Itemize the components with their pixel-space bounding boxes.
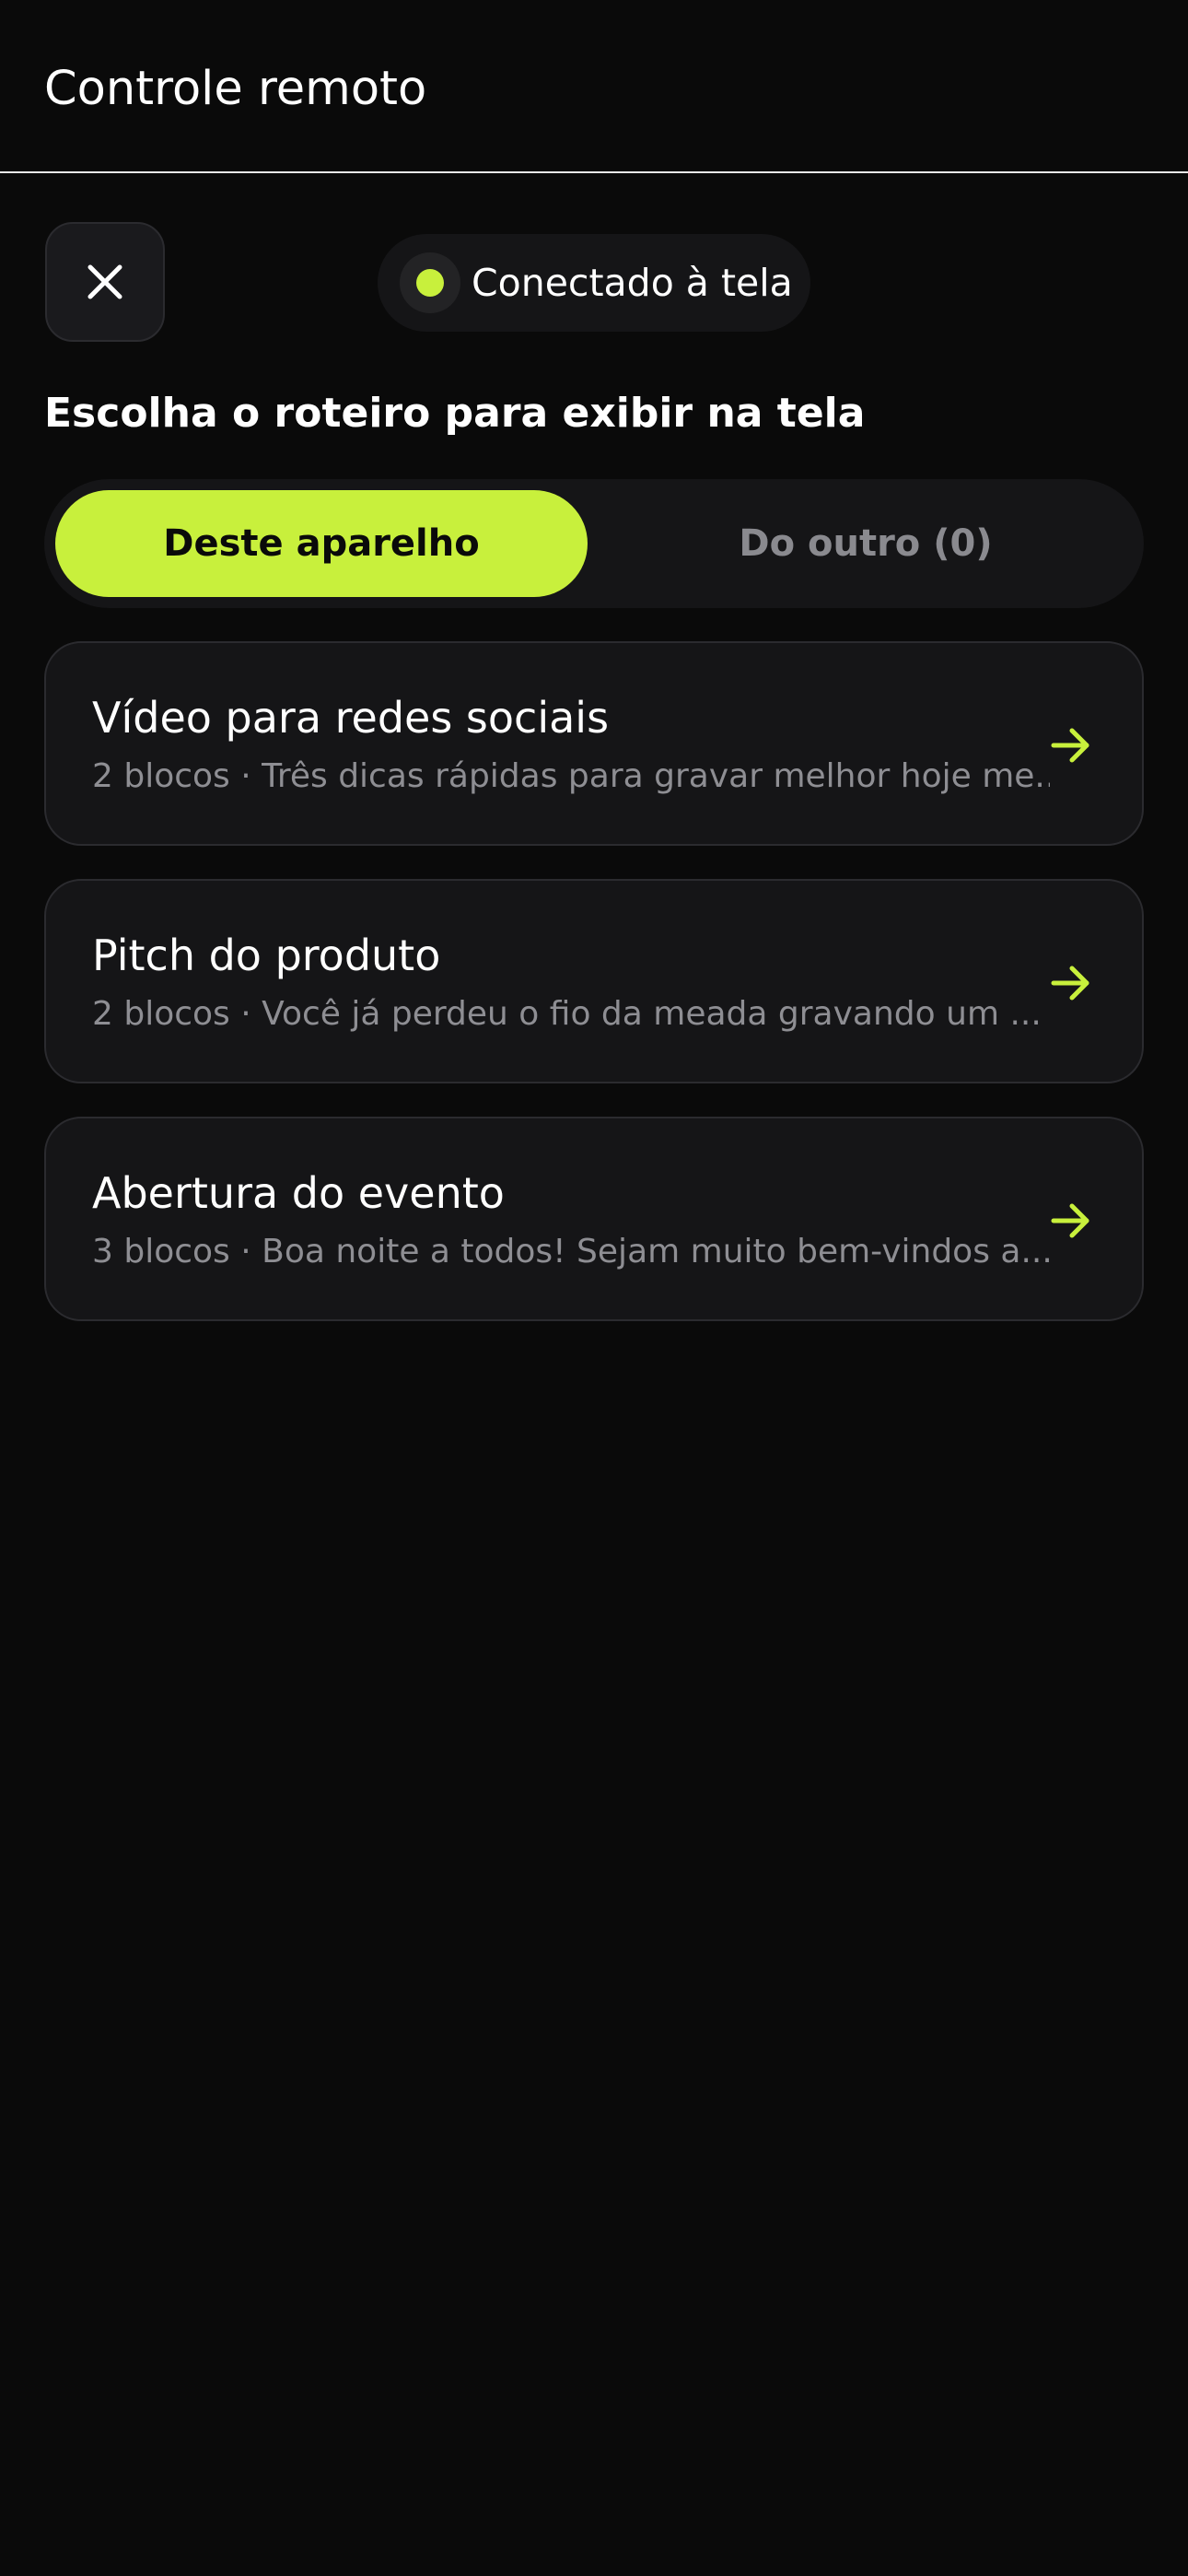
section-heading: Escolha o roteiro para exibir na tela <box>44 390 866 437</box>
script-card[interactable]: Abertura do evento 3 blocos · Boa noite … <box>44 1117 1144 1321</box>
script-summary: 3 blocos · Boa noite a todos! Sejam muit… <box>92 1233 1050 1270</box>
script-card[interactable]: Pitch do produto 2 blocos · Você já perd… <box>44 879 1144 1083</box>
script-title: Abertura do evento <box>92 1168 505 1218</box>
script-title: Pitch do produto <box>92 931 441 980</box>
connection-status-text: Conectado à tela <box>472 261 793 305</box>
script-summary: 2 blocos · Você já perdeu o fio da meada… <box>92 995 1042 1033</box>
source-segmented-control: Deste aparelho Do outro (0) <box>44 479 1144 608</box>
close-button[interactable] <box>45 222 165 342</box>
page-title: Controle remoto <box>44 62 427 116</box>
tab-this-device[interactable]: Deste aparelho <box>55 490 588 597</box>
script-summary: 2 blocos · Três dicas rápidas para grava… <box>92 757 1050 795</box>
status-indicator <box>400 252 460 313</box>
arrow-right-icon <box>1051 1203 1089 1238</box>
connection-status-badge: Conectado à tela <box>378 234 810 332</box>
script-card[interactable]: Vídeo para redes sociais 2 blocos · Três… <box>44 641 1144 846</box>
arrow-right-icon <box>1051 966 1089 1001</box>
close-icon <box>87 264 122 299</box>
script-title: Vídeo para redes sociais <box>92 693 610 743</box>
status-dot-icon <box>416 269 444 297</box>
tab-other-device[interactable]: Do outro (0) <box>599 490 1133 597</box>
app-header: Controle remoto <box>0 0 1188 173</box>
script-list: Vídeo para redes sociais 2 blocos · Três… <box>44 641 1144 1354</box>
arrow-right-icon <box>1051 728 1089 763</box>
